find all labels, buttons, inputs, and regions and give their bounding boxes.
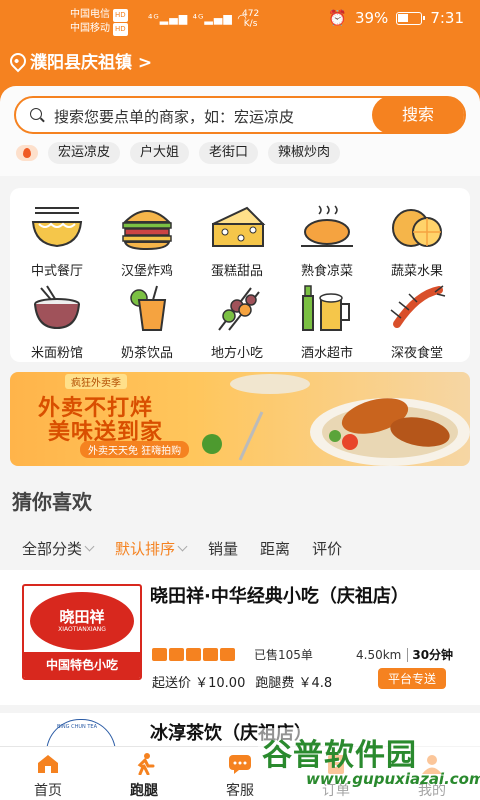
nav-home[interactable]: 首页 <box>0 747 96 800</box>
hd-badge: HD <box>113 23 128 36</box>
home-icon <box>38 755 58 773</box>
skewers-icon <box>218 287 260 331</box>
search-icon <box>30 108 42 120</box>
milk-tea-icon <box>130 285 167 331</box>
nav-errand[interactable]: 跑腿 <box>96 747 192 800</box>
alarm-icon: ⏰ <box>328 9 347 27</box>
category-label: 地方小吃 <box>210 346 263 361</box>
promo-banner[interactable]: 疯狂外卖季 外卖不打烊 美味送到家 外卖天天免 狂嗨拍购 <box>10 372 470 466</box>
banner-tag: 疯狂外卖季 <box>65 374 127 389</box>
network-speed: 472 K/s <box>242 9 260 29</box>
section-title: 猜你喜欢 <box>12 490 92 514</box>
signal-wifi-icon: ⁴ᴳ▂▄▆ ⁴ᴳ▂▄▆ ◠ <box>148 12 248 25</box>
search-button[interactable]: 搜索 <box>372 96 464 134</box>
shop-logo: 晓田祥 XIAOTIANXIANG 中国特色小吃 <box>22 584 142 680</box>
category-label: 酒水超市 <box>300 346 353 361</box>
category-label: 奶茶饮品 <box>120 346 173 361</box>
category-liquor[interactable]: 酒水超市 <box>282 276 372 361</box>
logo-sub: XIAOTIANXIANG <box>58 626 106 633</box>
filter-all-categories[interactable]: 全部分类 <box>22 538 95 559</box>
category-local-snacks[interactable]: 地方小吃 <box>192 276 282 361</box>
carrier-2: 中国移动 <box>70 23 110 34</box>
category-label: 米面粉馆 <box>30 346 83 361</box>
filter-rating[interactable]: 评价 <box>312 538 342 559</box>
hot-search-row: 宏运凉皮 户大姐 老街口 辣椒炒肉 <box>16 142 341 164</box>
category-milk-tea[interactable]: 奶茶饮品 <box>102 276 192 361</box>
filter-bar: 全部分类 默认排序 销量 距离 评价 <box>22 538 364 559</box>
category-cake[interactable]: 蛋糕甜品 <box>192 194 282 279</box>
chevron-down-icon <box>177 541 188 552</box>
category-deli[interactable]: 熟食凉菜 <box>282 194 372 279</box>
distance-eta: 4.50km 30分钟 <box>356 648 454 662</box>
watermark: 谷普软件园 www.gupuxiazai.com <box>258 728 480 800</box>
filter-default-sort[interactable]: 默认排序 <box>115 538 188 559</box>
watermark-title: 谷普软件园 <box>262 738 417 773</box>
star-icon <box>220 648 235 661</box>
cheese-cake-icon <box>212 206 266 247</box>
category-noodle-house[interactable]: 米面粉馆 <box>12 276 102 361</box>
filter-distance[interactable]: 距离 <box>260 538 290 559</box>
carrier-1: 中国电信 <box>70 9 110 20</box>
search-input[interactable]: 搜索您要点单的商家，如：宏运凉皮 搜索 <box>14 96 466 134</box>
banner-line3: 外卖天天免 狂嗨拍购 <box>80 441 190 458</box>
chevron-down-icon <box>84 541 95 552</box>
category-fruit[interactable]: 蔬菜水果 <box>372 194 462 279</box>
hot-tag[interactable]: 老街口 <box>199 142 259 164</box>
hot-tag[interactable]: 宏运凉皮 <box>48 142 121 164</box>
shop-card[interactable]: 晓田祥 XIAOTIANXIANG 中国特色小吃 晓田祥·中华经典小吃（庆祖店）… <box>0 570 480 705</box>
delivery-fee: 跑腿费 ￥4.8 <box>255 676 333 691</box>
status-bar: 中国电信 HD 中国移动 HD ⁴ᴳ▂▄▆ ⁴ᴳ▂▄▆ ◠ 472 K/s ⏰ 39%… <box>0 0 480 42</box>
category-late-night[interactable]: 深夜食堂 <box>372 276 462 361</box>
category-burger[interactable]: 汉堡炸鸡 <box>102 194 192 279</box>
fried-chicken-image <box>202 374 470 466</box>
logo-brand: 晓田祥 <box>59 608 105 626</box>
lobster-icon <box>390 285 446 328</box>
carrier-info: 中国电信 HD 中国移动 HD <box>70 8 128 36</box>
search-card: 搜索您要点单的商家，如：宏运凉皮 搜索 宏运凉皮 户大姐 老街口 辣椒炒肉 <box>0 86 480 176</box>
burger-icon <box>122 210 172 251</box>
min-order: 起送价 ￥10.00 <box>152 676 246 691</box>
star-icon <box>152 648 167 661</box>
status-right: ⏰ 39% 7:31 <box>328 9 464 27</box>
star-rating <box>152 648 235 661</box>
search-placeholder: 搜索您要点单的商家，如：宏运凉皮 <box>54 108 295 126</box>
watermark-url: www.gupuxiazai.com <box>306 770 480 788</box>
fees: 起送价 ￥10.00 跑腿费 ￥4.8 <box>152 672 342 691</box>
orange-icon <box>392 209 442 247</box>
sold-count: 已售105单 <box>254 648 313 662</box>
beer-icon <box>302 285 350 331</box>
roast-chicken-icon <box>301 205 353 247</box>
hot-flame-icon <box>16 145 38 161</box>
hd-badge: HD <box>113 9 128 22</box>
star-icon <box>203 648 218 661</box>
star-icon <box>169 648 184 661</box>
location-pin-icon <box>6 49 30 72</box>
noodle-bowl-icon <box>31 207 83 248</box>
battery-percent: 39% <box>354 9 389 27</box>
chat-icon <box>229 755 251 774</box>
runner-icon <box>137 753 155 775</box>
platform-delivery-badge: 平台专送 <box>378 668 447 689</box>
shop-name: 晓田祥·中华经典小吃（庆祖店） <box>150 586 409 607</box>
category-grid: 中式餐厅 汉堡炸鸡 蛋糕甜品 熟食凉菜 蔬菜水果 米面粉馆 奶茶饮品 地方小吃 … <box>10 188 470 362</box>
clock: 7:31 <box>430 9 464 27</box>
category-chinese-restaurant[interactable]: 中式餐厅 <box>12 194 102 279</box>
hot-tag[interactable]: 户大姐 <box>130 142 190 164</box>
filter-sales[interactable]: 销量 <box>208 538 238 559</box>
hot-tag[interactable]: 辣椒炒肉 <box>268 142 341 164</box>
star-icon <box>186 648 201 661</box>
battery-icon <box>396 11 426 25</box>
logo-bottom: 中国特色小吃 <box>24 652 140 678</box>
rice-bowl-icon <box>34 285 80 330</box>
location-text: 濮阳县庆祖镇 > <box>30 53 153 73</box>
category-label: 深夜食堂 <box>390 346 443 361</box>
location-selector[interactable]: 濮阳县庆祖镇 > <box>6 48 153 73</box>
